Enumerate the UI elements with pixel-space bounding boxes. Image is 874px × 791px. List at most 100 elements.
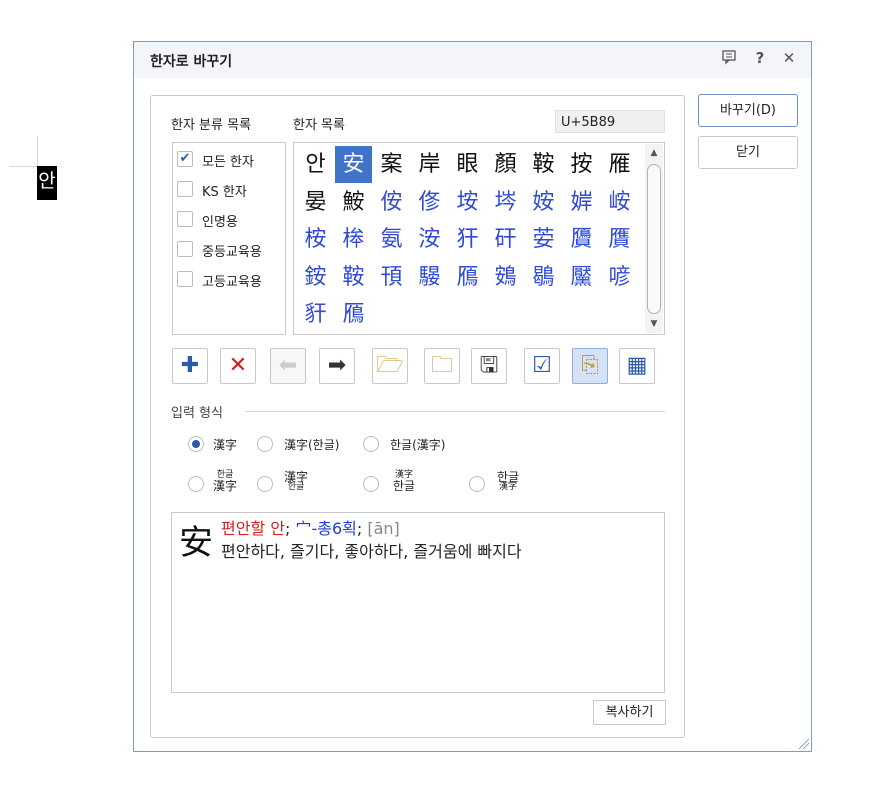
hanja-cell[interactable]: 矸 bbox=[487, 221, 524, 258]
hanja-cell[interactable]: 婩 bbox=[563, 184, 600, 221]
info-hanja-char: 安 bbox=[179, 523, 213, 563]
hanja-cell[interactable]: 鴳 bbox=[487, 259, 524, 296]
hanja-cell[interactable]: 犴 bbox=[449, 221, 486, 258]
section-divider bbox=[245, 411, 665, 412]
hanja-cell[interactable]: 氨 bbox=[373, 221, 410, 258]
hanja-cell[interactable]: 豻 bbox=[297, 296, 334, 333]
hanja-cell[interactable]: 埁 bbox=[487, 184, 524, 221]
format-radio-hanja-hangul[interactable] bbox=[257, 436, 273, 452]
hanja-grid-scrollbar[interactable]: ▲ ▼ bbox=[645, 144, 663, 333]
convert-table-icon[interactable]: ▦ bbox=[619, 348, 655, 384]
hanja-cell[interactable]: 俢 bbox=[411, 184, 448, 221]
close-button[interactable]: 닫기 bbox=[698, 136, 798, 169]
hanja-grid: 안安案岸眼顏鞍按雁晏鮟侒俢垵埁姲婩峖桉桳氨洝犴矸荌贗贋銨鞍頇騴鴈鴳鶡黶喭豻鴈 ▲… bbox=[293, 142, 665, 335]
folder-icon[interactable]: 🗀 bbox=[424, 348, 460, 384]
scroll-up-icon[interactable]: ▲ bbox=[645, 144, 663, 162]
hanja-cell[interactable]: 洝 bbox=[411, 221, 448, 258]
document-vertical-guide bbox=[37, 136, 38, 166]
copy-button[interactable]: 복사하기 bbox=[593, 700, 666, 725]
checklist-icon[interactable]: ☑ bbox=[524, 348, 560, 384]
hanja-cell[interactable]: 顏 bbox=[487, 146, 524, 183]
hanja-cell[interactable]: 黶 bbox=[563, 259, 600, 296]
replace-button[interactable]: 바꾸기(D) bbox=[698, 94, 798, 127]
add-icon[interactable]: ✚ bbox=[172, 348, 208, 384]
arrow-right-icon[interactable]: ➡ bbox=[319, 348, 355, 384]
hanja-cell[interactable]: 姲 bbox=[525, 184, 562, 221]
info-pinyin: [ān] bbox=[367, 519, 400, 538]
format-radio-ruby-hangul-over-hanja-small[interactable] bbox=[469, 476, 485, 492]
resize-grip-icon[interactable] bbox=[797, 737, 809, 749]
hanja-cell[interactable]: 贗 bbox=[563, 221, 600, 258]
hanja-cell[interactable]: 鮟 bbox=[335, 184, 372, 221]
format-label: 한글 漢字 bbox=[213, 470, 238, 493]
hanja-cell[interactable]: 頇 bbox=[373, 259, 410, 296]
checkbox[interactable] bbox=[177, 271, 193, 287]
hanja-info-box: 安 편안할 안; 宀-총6획; [ān] 편안하다, 즐기다, 좋아하다, 즐거… bbox=[171, 512, 665, 693]
category-label: 모든 한자 bbox=[202, 155, 254, 170]
category-label: 고등교육용 bbox=[202, 275, 262, 290]
hanja-cell[interactable]: 安 bbox=[335, 146, 372, 183]
scroll-down-icon[interactable]: ▼ bbox=[645, 315, 663, 333]
checkbox[interactable] bbox=[177, 241, 193, 257]
comment-icon[interactable] bbox=[719, 49, 739, 69]
hanja-cell[interactable]: 喭 bbox=[601, 259, 638, 296]
hanja-cell[interactable]: 鶡 bbox=[525, 259, 562, 296]
open-folder-icon[interactable]: 🗁 bbox=[372, 348, 408, 384]
hanja-cell[interactable]: 雁 bbox=[601, 146, 638, 183]
help-icon[interactable]: ? bbox=[750, 49, 770, 67]
hanja-cell[interactable]: 按 bbox=[563, 146, 600, 183]
format-label: 漢字 한글 bbox=[393, 470, 416, 493]
format-radio-ruby-hanja-small-over-hangul[interactable] bbox=[363, 476, 379, 492]
input-format-title: 입력 형식 bbox=[171, 406, 223, 421]
hanja-cell[interactable]: 岸 bbox=[411, 146, 448, 183]
hanja-cell[interactable]: 眼 bbox=[449, 146, 486, 183]
format-radio-hangul-hanja[interactable] bbox=[363, 436, 379, 452]
close-icon[interactable]: ✕ bbox=[779, 49, 799, 67]
hanja-list-label: 한자 목록 bbox=[293, 118, 345, 133]
save-icon[interactable]: 🖫 bbox=[471, 348, 507, 384]
hanja-cell[interactable]: 晏 bbox=[297, 184, 334, 221]
format-radio-hanja[interactable] bbox=[188, 436, 204, 452]
format-label: 漢字 한글 bbox=[284, 470, 309, 492]
format-radio-ruby-hangul-over-hanja[interactable] bbox=[188, 476, 204, 492]
unicode-code-field: U+5B89 bbox=[555, 110, 665, 133]
hanja-cell[interactable]: 안 bbox=[297, 146, 334, 183]
hanja-cell[interactable]: 鴈 bbox=[335, 296, 372, 333]
hanja-convert-dialog: 한자로 바꾸기 ? ✕ 한자 분류 목록 한자 목록 U+5B89 ✔ 모든 한… bbox=[133, 41, 812, 752]
delete-icon[interactable]: ✕ bbox=[220, 348, 256, 384]
hanja-cell[interactable]: 案 bbox=[373, 146, 410, 183]
hanja-cell[interactable]: 侒 bbox=[373, 184, 410, 221]
category-list: ✔ 모든 한자 KS 한자 인명용 중등교육용 고등교육용 bbox=[172, 142, 286, 335]
arrow-left-icon: ⬅ bbox=[270, 348, 306, 384]
hanja-cell[interactable]: 鴈 bbox=[449, 259, 486, 296]
format-radio-ruby-hanja-over-hangul[interactable] bbox=[257, 476, 273, 492]
format-label: 한글(漢字) bbox=[390, 438, 446, 452]
scroll-thumb[interactable] bbox=[647, 164, 661, 314]
category-label: 인명용 bbox=[202, 215, 238, 230]
category-list-label: 한자 분류 목록 bbox=[171, 118, 252, 133]
dictionary-check-icon[interactable]: ⎘ bbox=[572, 348, 608, 384]
info-definition: 편안하다, 즐기다, 좋아하다, 즐거움에 빠지다 bbox=[221, 542, 522, 561]
info-meaning-sound: 편안할 안 bbox=[221, 519, 285, 538]
checkbox[interactable] bbox=[177, 211, 193, 227]
hanja-cell[interactable]: 垵 bbox=[449, 184, 486, 221]
dialog-title: 한자로 바꾸기 bbox=[150, 54, 233, 70]
info-radical: 宀-총6획 bbox=[295, 519, 357, 538]
hanja-cell[interactable]: 鞍 bbox=[335, 259, 372, 296]
selected-document-character: 안 bbox=[37, 166, 57, 200]
hanja-cell[interactable]: 鞍 bbox=[525, 146, 562, 183]
hanja-cell[interactable]: 桉 bbox=[297, 221, 334, 258]
checkbox[interactable] bbox=[177, 181, 193, 197]
document-horizontal-guide bbox=[9, 166, 38, 167]
category-label: KS 한자 bbox=[202, 185, 247, 200]
hanja-cell[interactable]: 贋 bbox=[601, 221, 638, 258]
hanja-cell[interactable]: 騴 bbox=[411, 259, 448, 296]
format-label: 한글 漢字 bbox=[497, 470, 520, 492]
hanja-cell[interactable]: 桳 bbox=[335, 221, 372, 258]
checkbox[interactable]: ✔ bbox=[177, 151, 193, 167]
category-label: 중등교육용 bbox=[202, 245, 262, 260]
hanja-cell[interactable]: 峖 bbox=[601, 184, 638, 221]
dialog-titlebar[interactable]: 한자로 바꾸기 ? ✕ bbox=[134, 42, 811, 78]
hanja-cell[interactable]: 銨 bbox=[297, 259, 334, 296]
hanja-cell[interactable]: 荌 bbox=[525, 221, 562, 258]
